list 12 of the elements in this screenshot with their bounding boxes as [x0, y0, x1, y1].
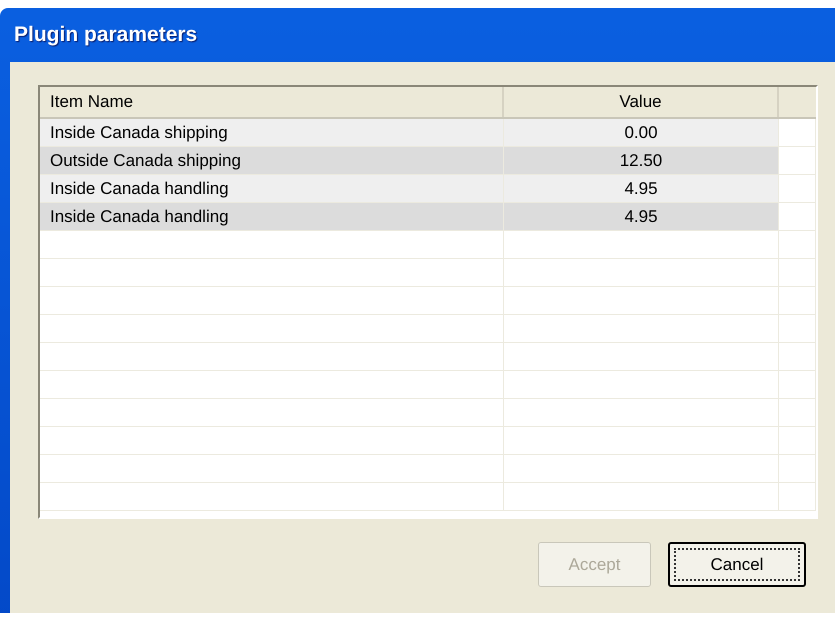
table-cell: 4.95: [504, 203, 779, 230]
window-title: Plugin parameters: [13, 22, 198, 48]
table-cell: Inside Canada shipping: [40, 119, 504, 146]
table-cell: Outside Canada shipping: [40, 147, 504, 174]
table-cell: 4.95: [504, 175, 779, 202]
table-cell: Inside Canada handling: [40, 203, 504, 230]
column-header[interactable]: Item Name: [40, 87, 504, 117]
cancel-button[interactable]: Cancel: [668, 542, 806, 587]
table-cell: 0.00: [504, 119, 779, 146]
column-header[interactable]: Value: [504, 87, 779, 117]
table-cell: 12.50: [504, 147, 779, 174]
table-cell: Inside Canada handling: [40, 175, 504, 202]
